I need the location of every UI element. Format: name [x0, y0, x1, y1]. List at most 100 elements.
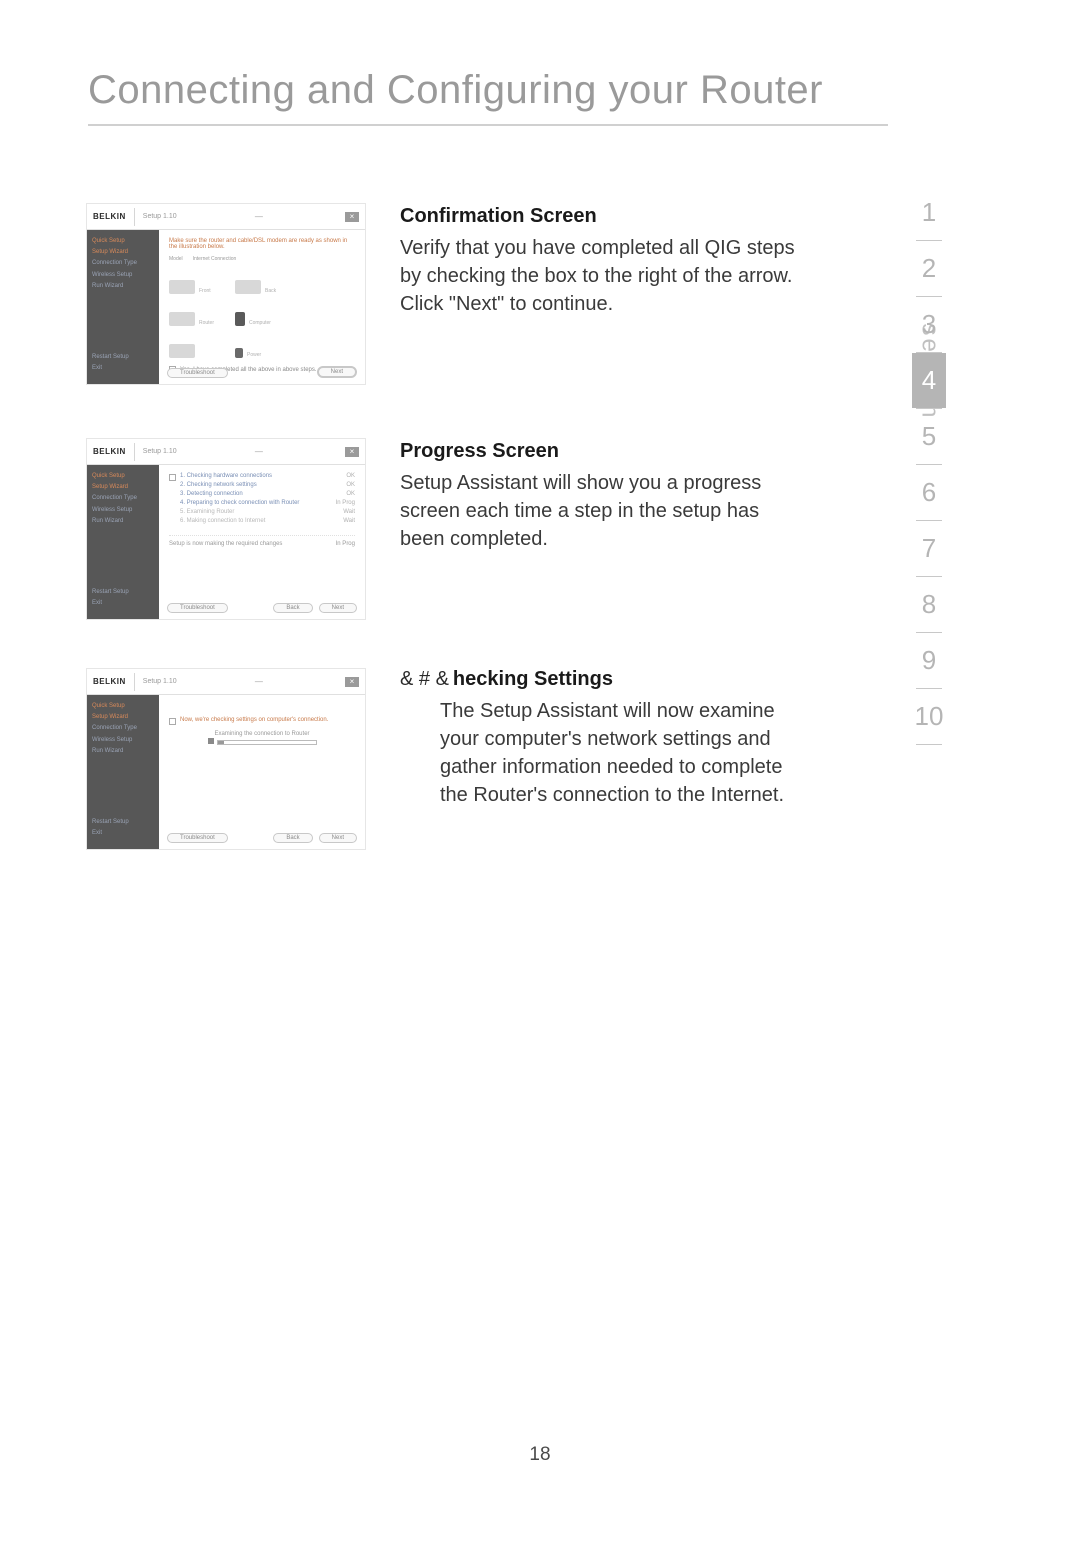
close-icon: × — [345, 677, 359, 687]
sidebar-item: Connection Type — [92, 260, 154, 267]
back-button: Back — [273, 603, 312, 613]
page-number: 18 — [529, 1444, 550, 1466]
screenshot-main: 1. Checking hardware connectionsOK 2. Ch… — [159, 465, 365, 619]
confirmation-block: Confirmation Screen Verify that you have… — [400, 205, 798, 318]
screenshot-sidebar: Quick Setup Setup Wizard Connection Type… — [87, 465, 159, 619]
power-icon — [235, 348, 243, 358]
progress-item-text: 3. Detecting connection — [180, 491, 243, 497]
nav-1[interactable]: 1 — [912, 185, 946, 240]
nav-4[interactable]: 4 — [912, 353, 946, 408]
progress-item-status: Wait — [343, 518, 355, 524]
checkbox — [169, 718, 176, 725]
nav-8[interactable]: 8 — [912, 577, 946, 632]
sidebar-item: Exit — [92, 365, 154, 372]
sidebar-item: Restart Setup — [92, 354, 154, 361]
instruction-text: Now, we're checking settings on computer… — [180, 717, 328, 723]
sidebar-item: Wireless Setup — [92, 507, 154, 514]
checkbox — [169, 474, 176, 481]
screenshot-header: BELKIN Setup 1.10 — × — [87, 669, 365, 695]
progress-item-text: 4. Preparing to check connection with Ro… — [180, 500, 299, 506]
checking-prefix: & # & — [400, 668, 449, 690]
close-icon: × — [345, 212, 359, 222]
minimize-icon: — — [255, 447, 263, 456]
sidebar-item: Run Wizard — [92, 518, 154, 525]
progress-screenshot: BELKIN Setup 1.10 — × Quick Setup Setup … — [86, 438, 366, 620]
icon-label: Computer — [249, 320, 271, 326]
state-status: In Prog — [336, 541, 355, 547]
progress-indicator-icon — [208, 738, 214, 744]
sidebar-item: Run Wizard — [92, 283, 154, 290]
next-button: Next — [317, 366, 357, 378]
troubleshoot-button: Troubleshoot — [167, 603, 228, 613]
sidebar-item: Run Wizard — [92, 748, 154, 755]
icon-label: Power — [247, 352, 261, 358]
nav-3[interactable]: 3 — [912, 297, 946, 352]
belkin-logo: BELKIN — [93, 677, 126, 686]
progress-item-text: 5. Examining Router — [180, 509, 234, 515]
screenshot-main: Now, we're checking settings on computer… — [159, 695, 365, 849]
screenshot-sidebar: Quick Setup Setup Wizard Connection Type… — [87, 230, 159, 384]
header-divider — [134, 443, 135, 461]
checking-block: & # &hecking Settings The Setup Assistan… — [400, 668, 798, 809]
nav-5[interactable]: 5 — [912, 409, 946, 464]
col-label: Internet Connection — [193, 256, 237, 262]
sidebar-item: Exit — [92, 830, 154, 837]
next-button: Next — [319, 833, 357, 843]
sidebar-item: Restart Setup — [92, 819, 154, 826]
confirmation-screenshot: BELKIN Setup 1.10 — × Quick Setup Setup … — [86, 203, 366, 385]
sidebar-item: Quick Setup — [92, 703, 154, 710]
progress-item-text: 6. Making connection to Internet — [180, 518, 265, 524]
state-text: Setup is now making the required changes — [169, 541, 282, 547]
back-button: Back — [273, 833, 312, 843]
sidebar-item: Wireless Setup — [92, 737, 154, 744]
confirmation-heading: Confirmation Screen — [400, 205, 798, 228]
sidebar-item: Setup Wizard — [92, 714, 154, 721]
screenshot-header: BELKIN Setup 1.10 — × — [87, 439, 365, 465]
icon-label: Router — [199, 320, 214, 326]
sidebar-item: Setup Wizard — [92, 249, 154, 256]
progress-item-status: Wait — [343, 509, 355, 515]
progress-item-text: 2. Checking network settings — [180, 482, 257, 488]
nav-7[interactable]: 7 — [912, 521, 946, 576]
diagram-row: Router Computer — [169, 300, 355, 326]
sidebar-item: Wireless Setup — [92, 272, 154, 279]
screenshot-sidebar: Quick Setup Setup Wizard Connection Type… — [87, 695, 159, 849]
screenshot-body: Quick Setup Setup Wizard Connection Type… — [87, 230, 365, 384]
checking-heading: hecking Settings — [453, 668, 613, 690]
screenshot-main: Make sure the router and cable/DSL modem… — [159, 230, 365, 384]
router-icon — [169, 280, 195, 294]
nav-6[interactable]: 6 — [912, 465, 946, 520]
screenshot-subtitle: Setup 1.10 — [143, 213, 177, 220]
icon-label: Back — [265, 288, 276, 294]
progress-bar — [217, 740, 317, 745]
troubleshoot-button: Troubleshoot — [167, 833, 228, 843]
nav-10[interactable]: 10 — [912, 689, 946, 744]
troubleshoot-button: Troubleshoot — [167, 368, 228, 378]
progress-body: Setup Assistant will show you a progress… — [400, 469, 770, 553]
nav-2[interactable]: 2 — [912, 241, 946, 296]
pc-icon — [235, 312, 245, 326]
belkin-logo: BELKIN — [93, 212, 126, 221]
icon-label: Front — [199, 288, 211, 294]
header-divider — [134, 673, 135, 691]
minimize-icon: — — [255, 212, 263, 221]
col-label: Model — [169, 256, 183, 262]
belkin-logo: BELKIN — [93, 447, 126, 456]
section-nav: 1 2 3 4 5 6 7 8 9 10 — [912, 185, 946, 745]
nav-9[interactable]: 9 — [912, 633, 946, 688]
checking-screenshot: BELKIN Setup 1.10 — × Quick Setup Setup … — [86, 668, 366, 850]
title-rule — [88, 124, 888, 126]
sidebar-item: Exit — [92, 600, 154, 607]
screenshot-subtitle: Setup 1.10 — [143, 448, 177, 455]
sidebar-item: Quick Setup — [92, 473, 154, 480]
progress-item-status: OK — [346, 491, 355, 497]
screenshot-subtitle: Setup 1.10 — [143, 678, 177, 685]
screenshot-body: Quick Setup Setup Wizard Connection Type… — [87, 465, 365, 619]
nav-divider — [916, 744, 942, 745]
modem-icon — [235, 280, 261, 294]
progress-item-status: OK — [346, 482, 355, 488]
sidebar-item: Quick Setup — [92, 238, 154, 245]
sidebar-item: Connection Type — [92, 495, 154, 502]
router-icon — [169, 344, 195, 358]
screenshot-body: Quick Setup Setup Wizard Connection Type… — [87, 695, 365, 849]
